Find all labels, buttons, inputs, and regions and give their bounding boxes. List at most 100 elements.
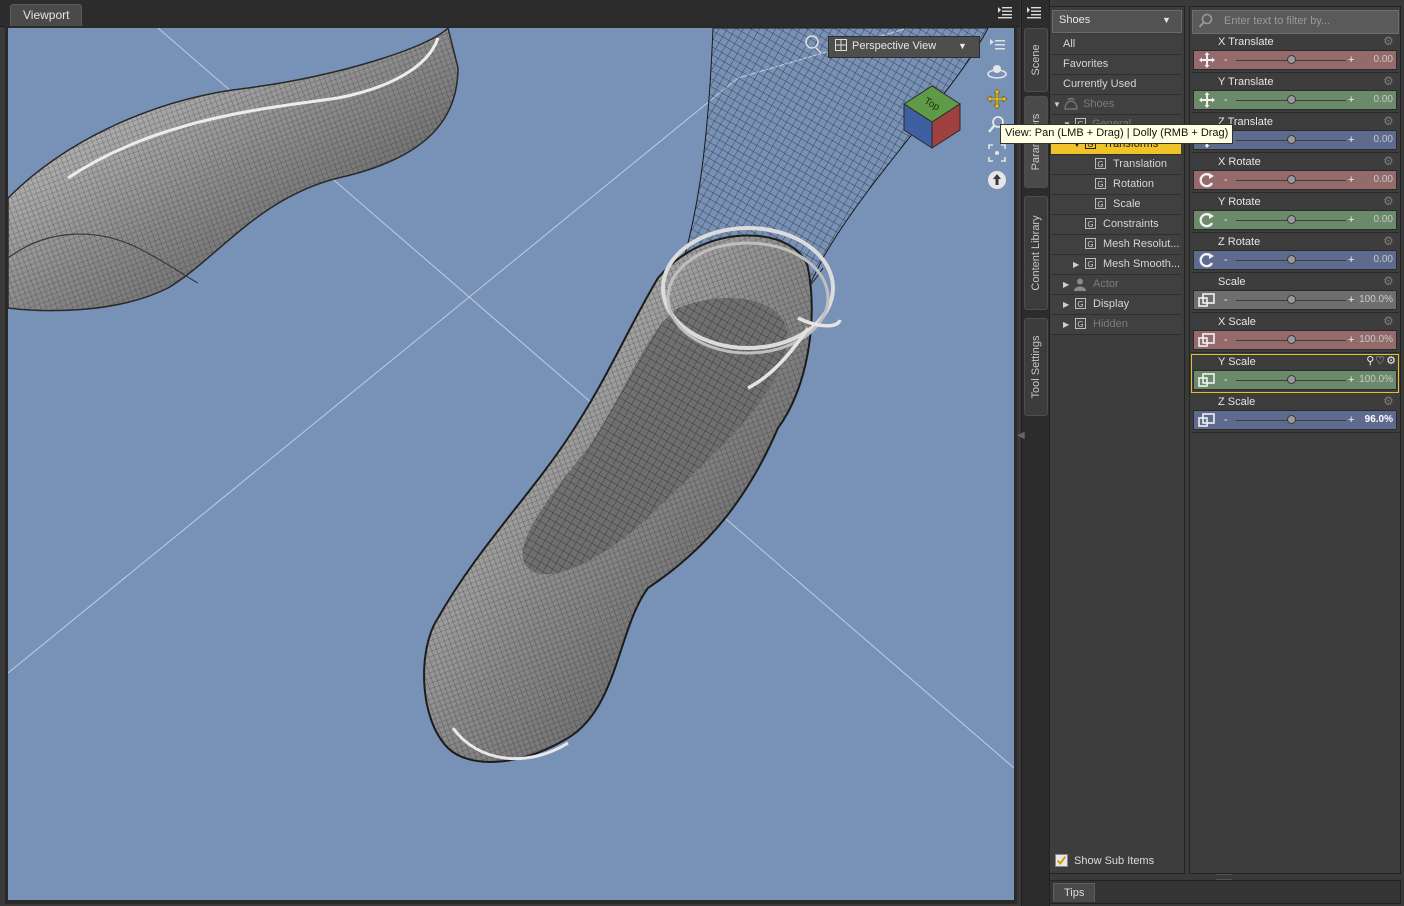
slider-y-translate[interactable]: Y Translate ⚙ - +0.00 bbox=[1191, 74, 1399, 113]
decrement-button[interactable]: - bbox=[1224, 373, 1228, 387]
slider-knob[interactable] bbox=[1287, 215, 1296, 224]
slider-value[interactable]: 96.0% bbox=[1365, 413, 1393, 427]
tab-tips[interactable]: Tips bbox=[1053, 883, 1096, 902]
slider-label: Z Scale bbox=[1218, 396, 1256, 408]
gear-icon[interactable]: ⚙ bbox=[1383, 115, 1395, 127]
tree-item-mesh-resolution[interactable]: G Mesh Resolut... bbox=[1051, 235, 1181, 255]
slider-scale[interactable]: Scale ⚙ - +100.0% bbox=[1191, 274, 1399, 313]
slider-bar[interactable]: - +100.0% bbox=[1193, 370, 1397, 390]
slider-knob[interactable] bbox=[1287, 415, 1296, 424]
gear-icon[interactable]: ⚙ bbox=[1383, 195, 1395, 207]
slider-bar[interactable]: - +0.00 bbox=[1193, 90, 1397, 110]
3d-viewport[interactable] bbox=[8, 28, 1014, 900]
increment-button[interactable]: + bbox=[1348, 53, 1354, 67]
slider-bar[interactable]: - +0.00 bbox=[1193, 50, 1397, 70]
slider-x-scale[interactable]: X Scale ⚙ - +100.0% bbox=[1191, 314, 1399, 353]
slider-z-scale[interactable]: Z Scale ⚙ - +96.0% bbox=[1191, 394, 1399, 433]
pane-menu-icon[interactable] bbox=[1026, 5, 1042, 19]
increment-button[interactable]: + bbox=[1348, 93, 1354, 107]
tab-content-library[interactable]: Content Library bbox=[1024, 196, 1048, 310]
decrement-button[interactable]: - bbox=[1224, 213, 1228, 227]
slider-knob[interactable] bbox=[1287, 295, 1296, 304]
slider-knob[interactable] bbox=[1287, 95, 1296, 104]
tab-tool-settings[interactable]: Tool Settings bbox=[1024, 318, 1048, 416]
gear-icon[interactable]: ⚙ bbox=[1383, 395, 1395, 407]
decrement-button[interactable]: - bbox=[1224, 333, 1228, 347]
viewport-tab[interactable]: Viewport bbox=[10, 4, 83, 27]
gear-icon[interactable]: ⚙ bbox=[1383, 235, 1395, 247]
slider-value[interactable]: 100.0% bbox=[1359, 333, 1393, 347]
slider-bar[interactable]: - +100.0% bbox=[1193, 330, 1397, 350]
gear-icon[interactable]: ⚙ bbox=[1383, 275, 1395, 287]
increment-button[interactable]: + bbox=[1348, 253, 1354, 267]
slider-z-rotate[interactable]: Z Rotate ⚙ - +0.00 bbox=[1191, 234, 1399, 273]
collapse-handle[interactable]: ◀ bbox=[1017, 430, 1025, 470]
slider-bar[interactable]: - +0.00 bbox=[1193, 250, 1397, 270]
checkbox-checked-icon[interactable] bbox=[1055, 854, 1068, 867]
view-menu-icon[interactable] bbox=[986, 34, 1008, 56]
tree-item-actor[interactable]: ▶ Actor bbox=[1051, 275, 1181, 295]
tree-item-scale[interactable]: G Scale bbox=[1051, 195, 1181, 215]
slider-bar[interactable]: - +96.0% bbox=[1193, 410, 1397, 430]
reset-view-icon[interactable] bbox=[986, 169, 1008, 191]
increment-button[interactable]: + bbox=[1348, 293, 1354, 307]
slider-knob[interactable] bbox=[1287, 335, 1296, 344]
slider-x-rotate[interactable]: X Rotate ⚙ - +0.00 bbox=[1191, 154, 1399, 193]
pan-icon[interactable] bbox=[986, 88, 1008, 110]
slider-knob[interactable] bbox=[1287, 375, 1296, 384]
decrement-button[interactable]: - bbox=[1224, 253, 1228, 267]
tree-item-all[interactable]: All bbox=[1051, 35, 1181, 55]
pane-menu-icon[interactable] bbox=[997, 5, 1013, 19]
slider-value[interactable]: 100.0% bbox=[1359, 293, 1393, 307]
slider-tools-icons[interactable]: ⚲♡⚙ bbox=[1366, 354, 1397, 367]
slider-value[interactable]: 0.00 bbox=[1374, 133, 1393, 147]
slider-value[interactable]: 0.00 bbox=[1374, 173, 1393, 187]
group-icon: G bbox=[1085, 218, 1096, 229]
slider-bar[interactable]: - +100.0% bbox=[1193, 290, 1397, 310]
tab-scene[interactable]: Scene bbox=[1024, 28, 1048, 92]
slider-value[interactable]: 0.00 bbox=[1374, 53, 1393, 67]
slider-bar[interactable]: - +0.00 bbox=[1193, 170, 1397, 190]
tree-item-mesh-smoothing[interactable]: ▶ G Mesh Smooth... bbox=[1051, 255, 1181, 275]
gear-icon[interactable]: ⚙ bbox=[1383, 315, 1395, 327]
slider-bar[interactable]: - +0.00 bbox=[1193, 210, 1397, 230]
nav-cube[interactable]: Top bbox=[896, 76, 968, 152]
slider-value[interactable]: 0.00 bbox=[1374, 253, 1393, 267]
increment-button[interactable]: + bbox=[1348, 133, 1354, 147]
gear-icon[interactable]: ⚙ bbox=[1383, 75, 1395, 87]
camera-icon[interactable] bbox=[802, 32, 824, 54]
tree-item-display[interactable]: ▶ G Display bbox=[1051, 295, 1181, 315]
tree-item-hidden[interactable]: ▶ G Hidden bbox=[1051, 315, 1181, 335]
decrement-button[interactable]: - bbox=[1224, 53, 1228, 67]
slider-value[interactable]: 0.00 bbox=[1374, 213, 1393, 227]
increment-button[interactable]: + bbox=[1348, 333, 1354, 347]
decrement-button[interactable]: - bbox=[1224, 413, 1228, 427]
decrement-button[interactable]: - bbox=[1224, 93, 1228, 107]
tree-item-currently-used[interactable]: Currently Used bbox=[1051, 75, 1181, 95]
slider-x-translate[interactable]: X Translate ⚙ - +0.00 bbox=[1191, 34, 1399, 73]
tree-item-constraints[interactable]: G Constraints bbox=[1051, 215, 1181, 235]
slider-knob[interactable] bbox=[1287, 255, 1296, 264]
tree-item-shoes[interactable]: ▼ Shoes bbox=[1051, 95, 1181, 115]
orbit-icon[interactable] bbox=[986, 61, 1008, 83]
tree-item-translation[interactable]: G Translation bbox=[1051, 155, 1181, 175]
expand-arrow-icon[interactable]: ▼ bbox=[1053, 95, 1061, 114]
increment-button[interactable]: + bbox=[1348, 373, 1354, 387]
slider-y-scale[interactable]: Y Scale ⚲♡⚙ - +100.0% bbox=[1191, 354, 1399, 393]
gear-icon[interactable]: ⚙ bbox=[1383, 35, 1395, 47]
frame-icon[interactable] bbox=[986, 142, 1008, 164]
slider-knob[interactable] bbox=[1287, 55, 1296, 64]
tree-item-rotation[interactable]: G Rotation bbox=[1051, 175, 1181, 195]
increment-button[interactable]: + bbox=[1348, 213, 1354, 227]
decrement-button[interactable]: - bbox=[1224, 173, 1228, 187]
slider-knob[interactable] bbox=[1287, 135, 1296, 144]
increment-button[interactable]: + bbox=[1348, 413, 1354, 427]
tree-item-favorites[interactable]: Favorites bbox=[1051, 55, 1181, 75]
slider-value[interactable]: 0.00 bbox=[1374, 93, 1393, 107]
slider-knob[interactable] bbox=[1287, 175, 1296, 184]
gear-icon[interactable]: ⚙ bbox=[1383, 155, 1395, 167]
slider-y-rotate[interactable]: Y Rotate ⚙ - +0.00 bbox=[1191, 194, 1399, 233]
increment-button[interactable]: + bbox=[1348, 173, 1354, 187]
slider-value[interactable]: 100.0% bbox=[1359, 373, 1393, 387]
decrement-button[interactable]: - bbox=[1224, 293, 1228, 307]
